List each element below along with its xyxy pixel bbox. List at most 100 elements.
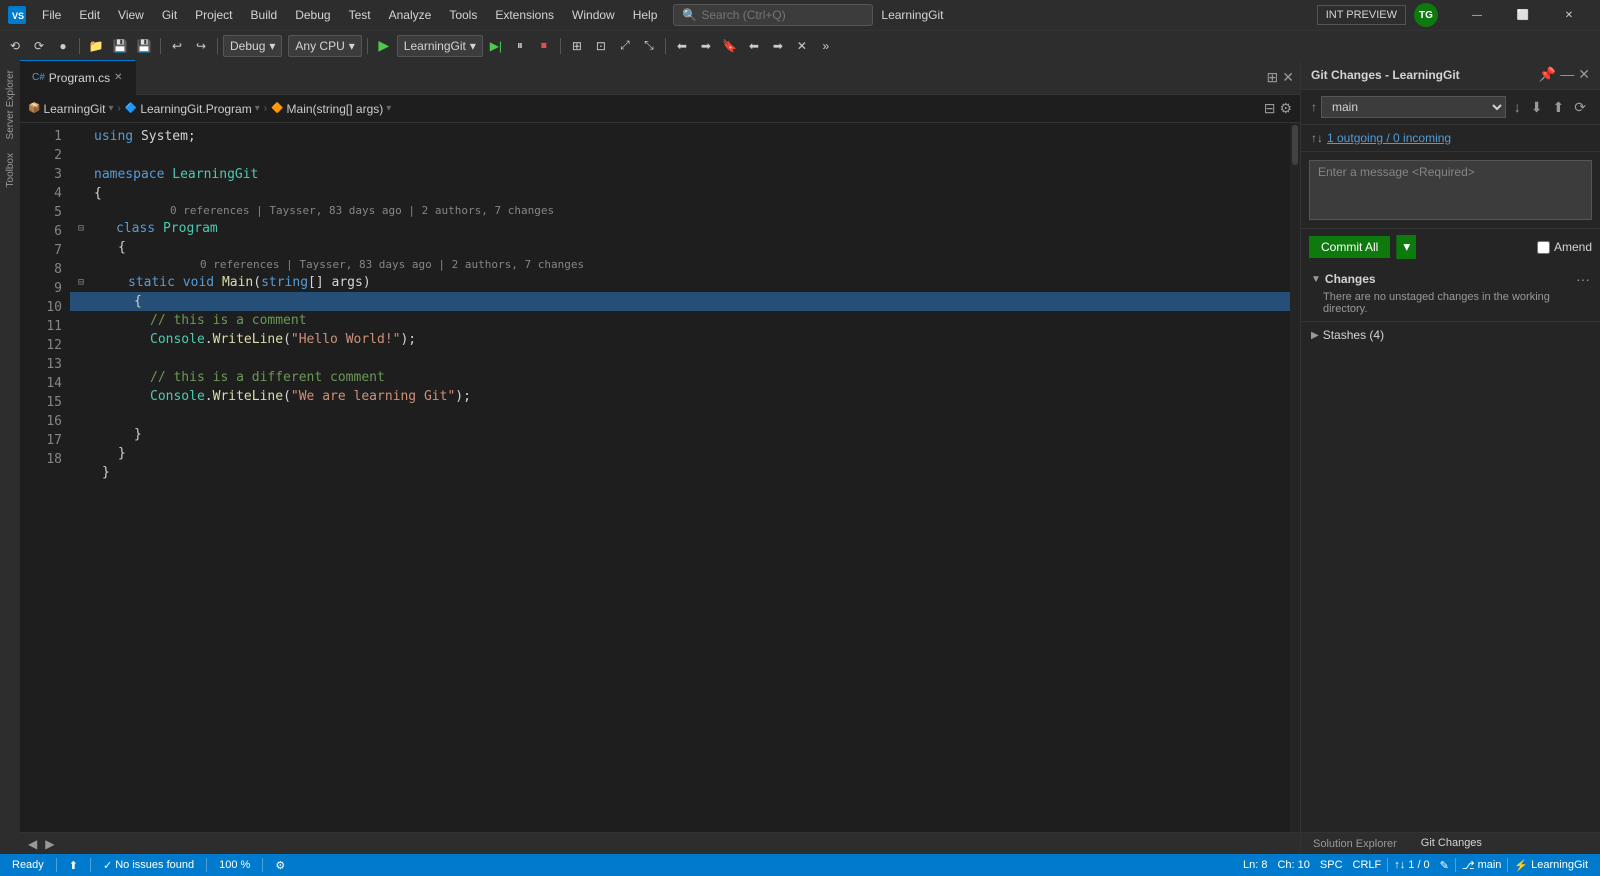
status-git-status[interactable]: ↑↓ 1 / 0 [1390, 859, 1433, 871]
scroll-right-btn[interactable]: ▶ [41, 837, 58, 851]
tab-solution-explorer[interactable]: Solution Explorer [1301, 833, 1409, 855]
sidebar-server-explorer[interactable]: Server Explorer [3, 64, 18, 145]
amend-label[interactable]: Amend [1554, 240, 1592, 254]
close-all-tabs-btn[interactable]: ✕ [1282, 69, 1294, 86]
toolbar-project-btn[interactable]: 📁 [85, 35, 107, 57]
stashes-header[interactable]: ▶ Stashes (4) [1311, 328, 1590, 342]
breadcrumb-member[interactable]: 🔶 Main(string[] args) ▾ [271, 102, 391, 116]
toolbar-save-all-btn[interactable]: 💾 [133, 35, 155, 57]
changes-header[interactable]: ▼ Changes ··· [1311, 271, 1590, 287]
minimize-button[interactable]: — [1454, 0, 1500, 30]
toolbar-bookmark-btn[interactable]: 🔖 [719, 35, 741, 57]
git-pin-btn[interactable]: 📌 [1539, 66, 1556, 83]
commit-all-button[interactable]: Commit All [1309, 236, 1390, 258]
pull-btn[interactable]: ⬇ [1527, 97, 1547, 118]
tab-close-btn[interactable]: ✕ [114, 72, 122, 83]
code-editor[interactable]: 1 2 3 4 5 6 7 8 9 10 11 12 13 14 15 16 1… [20, 123, 1300, 832]
status-ln[interactable]: Ln: 8 [1239, 859, 1271, 871]
fold-btn-7[interactable]: ⊟ [78, 273, 90, 292]
status-encoding[interactable]: SPC [1316, 859, 1347, 871]
toolbar-misc-2[interactable]: ⊡ [590, 35, 612, 57]
int-preview-button[interactable]: INT PREVIEW [1317, 5, 1406, 25]
fetch-btn[interactable]: ↓ [1510, 97, 1525, 118]
commit-dropdown-btn[interactable]: ▾ [1396, 235, 1416, 259]
toolbar-btn-2[interactable]: ⟳ [28, 35, 50, 57]
toolbar-misc-4[interactable]: ⤡ [638, 35, 660, 57]
menu-build[interactable]: Build [243, 4, 286, 26]
run-attach-btn[interactable]: ▶| [485, 35, 507, 57]
stop-btn[interactable]: ⏹ [533, 35, 555, 57]
commit-message-input[interactable]: Enter a message <Required> [1309, 160, 1592, 220]
scrollbar-thumb[interactable] [1292, 125, 1298, 165]
menu-help[interactable]: Help [625, 4, 666, 26]
breadcrumb-namespace[interactable]: 🔷 LearningGit.Program ▾ [125, 102, 260, 116]
connection-icon: ⚡ [1514, 859, 1528, 872]
cpu-dropdown[interactable]: Any CPU ▾ [288, 35, 361, 57]
status-line-ending[interactable]: CRLF [1349, 859, 1386, 871]
menu-debug[interactable]: Debug [287, 4, 338, 26]
push-btn[interactable]: ⬆ [1549, 97, 1569, 118]
toolbar-btn-3[interactable]: ● [52, 35, 74, 57]
vertical-scrollbar[interactable] [1290, 123, 1300, 832]
run-project-dropdown[interactable]: LearningGit ▾ [397, 35, 483, 57]
toolbar-nav-1[interactable]: ⬅ [671, 35, 693, 57]
amend-checkbox-row[interactable]: Amend [1537, 240, 1592, 254]
sidebar-toolbox[interactable]: Toolbox [3, 147, 18, 193]
toolbar-bookmark-clear[interactable]: ✕ [791, 35, 813, 57]
status-edit-icon[interactable]: ✎ [1436, 859, 1453, 872]
toolbar-nav-2[interactable]: ➡ [695, 35, 717, 57]
menu-edit[interactable]: Edit [71, 4, 108, 26]
split-editor-btn[interactable]: ⊞ [1267, 69, 1279, 86]
menu-file[interactable]: File [34, 4, 69, 26]
outgoing-label[interactable]: 1 outgoing / 0 incoming [1327, 131, 1451, 145]
git-close-panel-btn[interactable]: ✕ [1578, 66, 1590, 83]
menu-git[interactable]: Git [154, 4, 185, 26]
menu-project[interactable]: Project [187, 4, 240, 26]
toolbar-bookmark-nav-2[interactable]: ➡ [767, 35, 789, 57]
toolbar-bookmark-nav-1[interactable]: ⬅ [743, 35, 765, 57]
status-project[interactable]: ⚡ LearningGit [1510, 859, 1592, 872]
run-button[interactable]: ▶ [373, 35, 395, 57]
breadcrumb-ns-icon: 🔷 [125, 103, 137, 114]
status-branch[interactable]: ⎇ main [1458, 859, 1506, 872]
scroll-left-btn[interactable]: ◀ [24, 837, 41, 851]
fold-btn-5[interactable]: ⊟ [78, 219, 90, 238]
toolbar-more[interactable]: » [815, 35, 837, 57]
settings-btn[interactable]: ⚙ [1279, 100, 1292, 117]
menu-view[interactable]: View [110, 4, 152, 26]
status-git-icon[interactable]: ⬆ [65, 859, 82, 872]
redo-btn[interactable]: ↪ [190, 35, 212, 57]
toolbar-save-btn[interactable]: 💾 [109, 35, 131, 57]
menu-tools[interactable]: Tools [441, 4, 485, 26]
code-content[interactable]: using System; namespace LearningGit { 0 … [70, 123, 1290, 832]
pause-btn[interactable]: ⏸ [509, 35, 531, 57]
status-issues[interactable]: ✓ No issues found [99, 859, 198, 872]
menu-window[interactable]: Window [564, 4, 623, 26]
git-outgoing-row[interactable]: ↑↓ 1 outgoing / 0 incoming [1301, 125, 1600, 152]
breadcrumb-project[interactable]: 📦 LearningGit ▾ [28, 102, 114, 116]
tab-git-changes[interactable]: Git Changes [1409, 833, 1494, 855]
status-zoom[interactable]: 100 % [215, 859, 254, 871]
collapse-all-btn[interactable]: ⊟ [1264, 100, 1276, 117]
toolbar-misc-1[interactable]: ⊞ [566, 35, 588, 57]
close-button[interactable]: ✕ [1546, 0, 1592, 30]
toolbar-misc-3[interactable]: ⤢ [614, 35, 636, 57]
sync-btn[interactable]: ⟳ [1570, 97, 1590, 118]
amend-checkbox[interactable] [1537, 241, 1550, 254]
menu-extensions[interactable]: Extensions [487, 4, 562, 26]
status-misc-btn[interactable]: ⚙ [271, 859, 289, 872]
menu-analyze[interactable]: Analyze [381, 4, 440, 26]
tab-program-cs[interactable]: C# Program.cs ✕ [20, 60, 136, 95]
search-input[interactable] [701, 8, 851, 22]
avatar[interactable]: TG [1414, 3, 1438, 27]
changes-more-btn[interactable]: ··· [1576, 271, 1590, 287]
git-hide-btn[interactable]: — [1560, 66, 1574, 83]
undo-btn[interactable]: ↩ [166, 35, 188, 57]
branch-dropdown[interactable]: main [1321, 96, 1506, 118]
maximize-button[interactable]: ⬜ [1500, 0, 1546, 30]
toolbar-btn-1[interactable]: ⟲ [4, 35, 26, 57]
debug-dropdown[interactable]: Debug ▾ [223, 35, 282, 57]
search-bar[interactable]: 🔍 [673, 4, 873, 26]
menu-test[interactable]: Test [341, 4, 379, 26]
status-ch[interactable]: Ch: 10 [1273, 859, 1313, 871]
